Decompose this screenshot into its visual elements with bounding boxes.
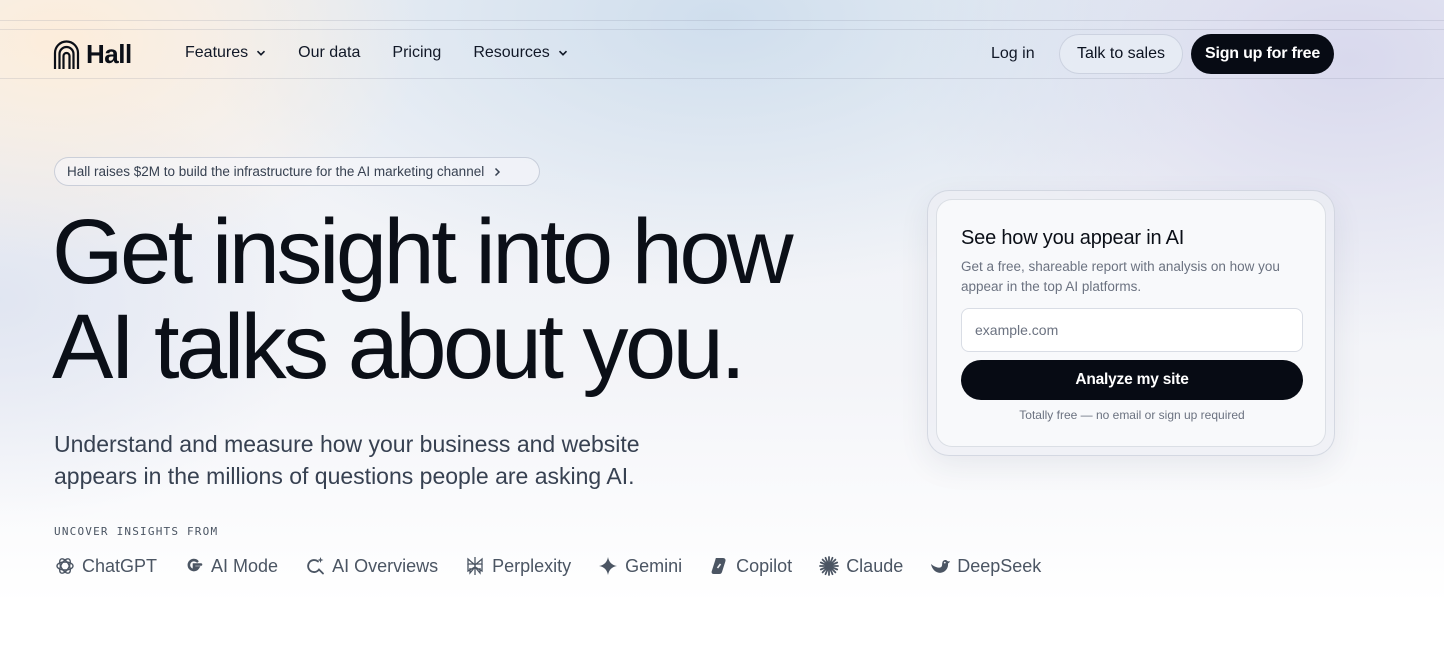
nav-our-data-label: Our data: [298, 44, 361, 61]
nav-resources[interactable]: Resources: [473, 44, 567, 62]
platform-name: AI Overviews: [332, 555, 439, 576]
platform-name: Claude: [846, 555, 904, 576]
platform-deepseek: DeepSeek: [929, 554, 1041, 578]
platform-name: DeepSeek: [957, 555, 1042, 576]
logo[interactable]: Hall: [53, 39, 132, 70]
sign-up-button[interactable]: Sign up for free: [1191, 34, 1334, 74]
card-note: Totally free — no email or sign up requi…: [1019, 408, 1245, 422]
platform-ai-mode: AI Mode: [183, 554, 278, 578]
top-navigation: Hall Features Our data Pricing Resources…: [0, 30, 1444, 78]
perplexity-icon: [467, 557, 483, 575]
claude-icon: [819, 556, 840, 576]
platform-name: AI Mode: [211, 555, 279, 576]
announcement-pill[interactable]: Hall raises $2M to build the infrastruct…: [54, 157, 540, 186]
platform-name: ChatGPT: [82, 555, 158, 576]
card-description: Get a free, shareable report with analys…: [961, 259, 1280, 294]
nav-pricing[interactable]: Pricing: [392, 44, 441, 62]
website-input[interactable]: [961, 308, 1303, 352]
platform-list: ChatGPT AI Mode AI Overviews Perplexity: [54, 554, 1067, 578]
analyze-site-button[interactable]: Analyze my site: [961, 360, 1303, 400]
talk-to-sales-button[interactable]: Talk to sales: [1059, 34, 1183, 74]
login-link[interactable]: Log in: [991, 45, 1035, 63]
platform-copilot: Copilot: [708, 554, 792, 578]
nav-resources-label: Resources: [473, 44, 550, 61]
card-title: See how you appear in AI: [961, 227, 1185, 249]
hero-title: Get insight into how AI talks about you.: [52, 205, 912, 395]
chatgpt-icon: [56, 558, 74, 574]
chevron-down-icon: [257, 50, 266, 56]
platform-name: Perplexity: [492, 555, 572, 576]
nav-links: Features Our data Pricing Resources: [185, 44, 600, 62]
top-divider: [0, 20, 1444, 21]
hall-logo-icon: [53, 39, 80, 69]
hero-subtitle-line1: Understand and measure how your business…: [54, 431, 640, 457]
platform-name: Copilot: [736, 555, 793, 576]
platform-perplexity: Perplexity: [464, 554, 571, 578]
uncover-label: UNCOVER INSIGHTS FROM: [54, 525, 219, 538]
ai-overviews-icon: [307, 557, 324, 575]
report-card: See how you appear in AI Get a free, sha…: [936, 199, 1326, 447]
google-icon: [187, 558, 203, 572]
hero-title-line1: Get insight into how: [52, 201, 794, 303]
gemini-icon: [599, 557, 618, 575]
platform-name: Gemini: [625, 555, 683, 576]
platform-gemini: Gemini: [597, 554, 682, 578]
logo-text: Hall: [86, 39, 132, 69]
nav-bottom-divider: [0, 78, 1444, 79]
nav-pricing-label: Pricing: [392, 44, 442, 61]
platform-claude: Claude: [818, 554, 903, 578]
deepseek-icon: [931, 560, 951, 573]
nav-our-data[interactable]: Our data: [298, 44, 360, 62]
platform-ai-overviews: AI Overviews: [304, 554, 438, 578]
announcement-text: Hall raises $2M to build the infrastruct…: [67, 164, 485, 179]
platform-chatgpt: ChatGPT: [54, 554, 157, 578]
hero-title-line2: AI talks about you.: [52, 296, 746, 398]
copilot-icon: [711, 558, 726, 574]
chevron-down-icon: [558, 50, 567, 56]
nav-features[interactable]: Features: [185, 44, 266, 62]
hero-subtitle-line2: appears in the millions of questions peo…: [54, 463, 635, 489]
nav-features-label: Features: [185, 44, 249, 61]
chevron-right-icon: [495, 167, 501, 176]
hero-subtitle: Understand and measure how your business…: [54, 428, 734, 492]
